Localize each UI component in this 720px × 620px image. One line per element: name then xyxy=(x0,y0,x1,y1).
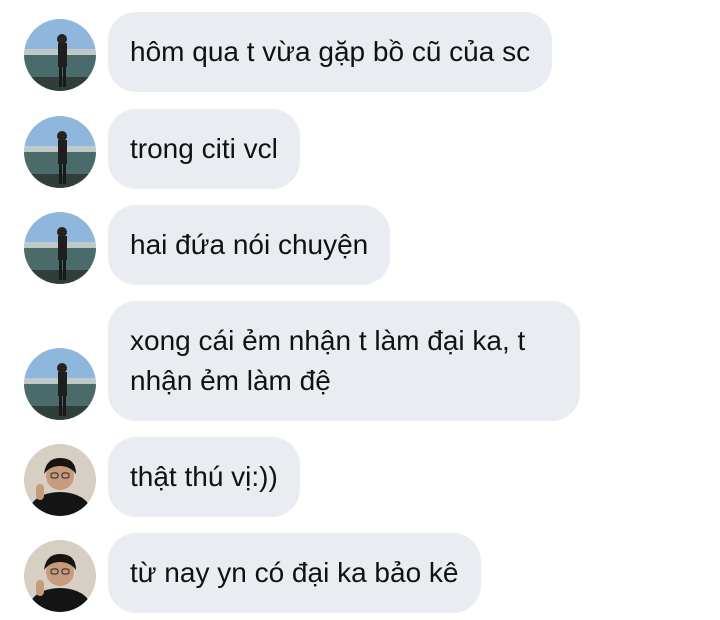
avatar-portrait-image xyxy=(24,540,96,612)
avatar-landscape-image xyxy=(24,116,96,188)
avatar-portrait[interactable] xyxy=(24,540,96,612)
avatar-landscape[interactable] xyxy=(24,19,96,91)
avatar-landscape[interactable] xyxy=(24,212,96,284)
message-bubble: trong citi vcl xyxy=(108,109,300,189)
avatar-portrait-image xyxy=(24,444,96,516)
message-bubble: từ nay yn có đại ka bảo kê xyxy=(108,533,481,613)
message-bubble: thật thú vị:)) xyxy=(108,437,300,517)
avatar-landscape[interactable] xyxy=(24,116,96,188)
avatar-landscape-image xyxy=(24,19,96,91)
avatar-landscape[interactable] xyxy=(24,348,96,420)
message-bubble: hai đứa nói chuyện xyxy=(108,205,391,285)
message-bubble: hôm qua t vừa gặp bồ cũ của sc xyxy=(108,12,553,92)
avatar-landscape-image xyxy=(24,348,96,420)
avatar-landscape-image xyxy=(24,212,96,284)
avatar-portrait[interactable] xyxy=(24,444,96,516)
message-bubble: xong cái ẻm nhận t làm đại ka, t nhận ẻm… xyxy=(108,301,580,421)
